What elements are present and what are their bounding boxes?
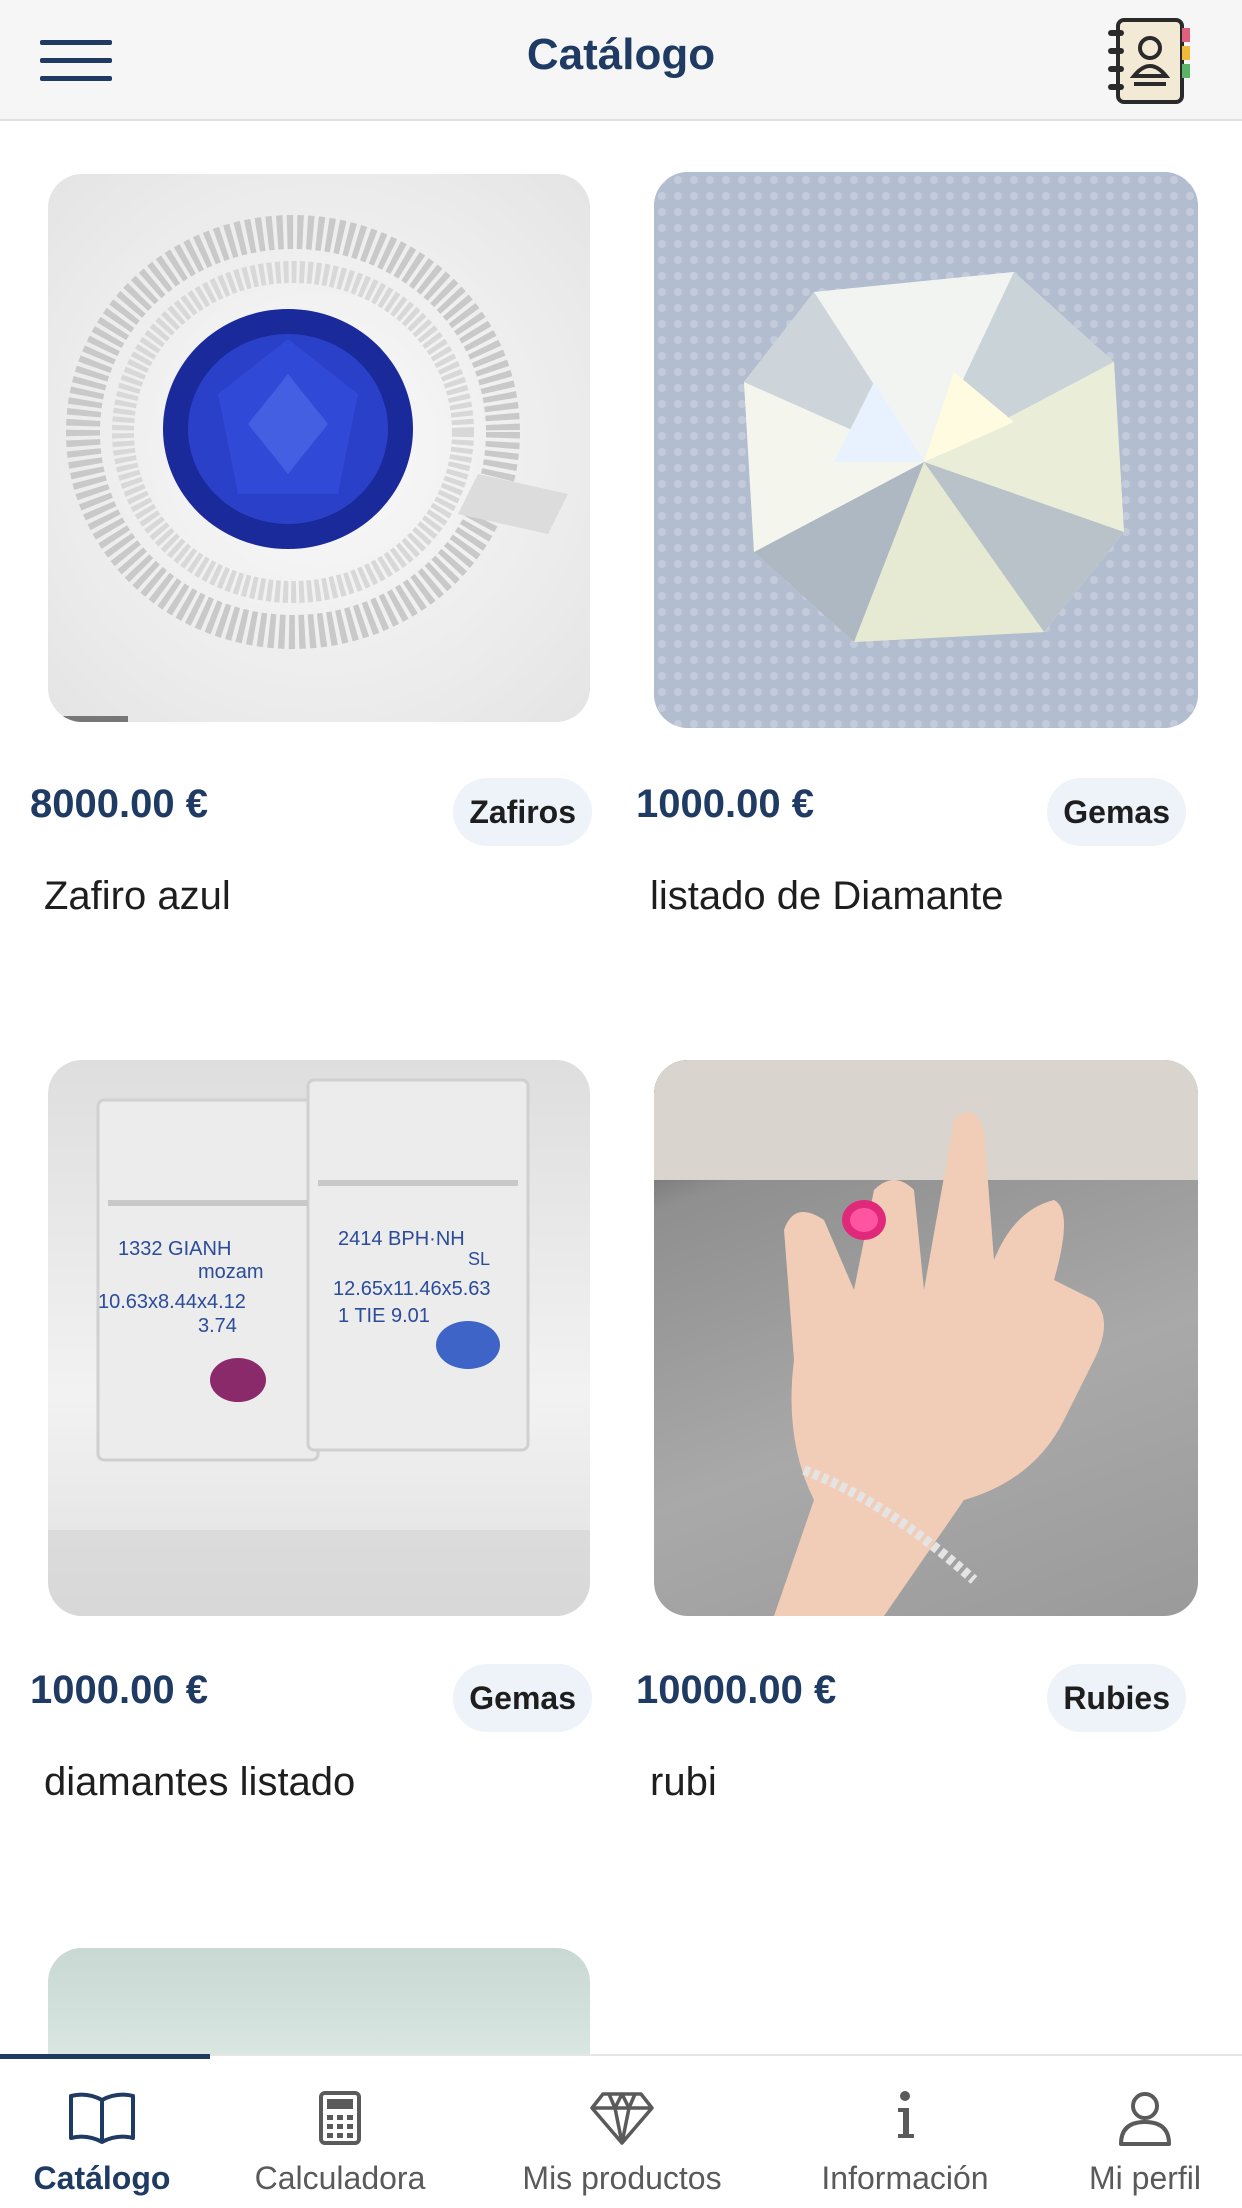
product-card-partial[interactable]: [48, 1948, 590, 2054]
product-name: rubi: [650, 1760, 717, 1804]
svg-text:1332 GIANH: 1332 GIANH: [118, 1238, 231, 1260]
category-badge: Gemas: [453, 1664, 592, 1732]
diamond-icon: [590, 2092, 654, 2145]
product-card[interactable]: 10000.00 € Rubies rubi: [636, 1058, 1198, 1858]
nav-item-informacion[interactable]: Información: [800, 2056, 1010, 2208]
svg-text:3.74: 3.74: [198, 1315, 237, 1337]
product-card[interactable]: 8000.00 € Zafiros Zafiro azul: [30, 172, 592, 972]
product-card[interactable]: 1332 GIANH mozam 10.63x8.44x4.12 3.74 24…: [30, 1058, 592, 1858]
app-header: Catálogo: [0, 0, 1242, 121]
svg-text:1 TIE 9.01: 1 TIE 9.01: [338, 1305, 430, 1327]
user-icon: [1119, 2092, 1171, 2146]
page-title: Catálogo: [526, 30, 716, 79]
category-badge: Rubies: [1047, 1664, 1186, 1732]
nav-item-mis-productos[interactable]: Mis productos: [500, 2056, 744, 2208]
nav-item-calculadora[interactable]: Calculadora: [240, 2056, 440, 2208]
product-price: 8000.00 €: [30, 782, 208, 826]
svg-text:12.65x11.46x5.63: 12.65x11.46x5.63: [333, 1278, 491, 1300]
svg-text:10.63x8.44x4.12: 10.63x8.44x4.12: [98, 1291, 246, 1313]
product-image: [654, 1060, 1198, 1616]
svg-text:SL: SL: [468, 1249, 490, 1269]
product-price: 10000.00 €: [636, 1668, 837, 1712]
svg-text:mozam: mozam: [198, 1261, 264, 1283]
product-card[interactable]: 1000.00 € Gemas listado de Diamante: [636, 172, 1198, 972]
book-open-icon: [69, 2092, 135, 2144]
product-price: 1000.00 €: [30, 1668, 208, 1712]
nav-item-catalogo[interactable]: Catálogo: [0, 2056, 204, 2208]
product-image: 1332 GIANH mozam 10.63x8.44x4.12 3.74 24…: [48, 1060, 590, 1616]
category-badge: Gemas: [1047, 778, 1186, 846]
category-badge: Zafiros: [453, 778, 592, 846]
product-name: Zafiro azul: [44, 874, 231, 918]
product-name: listado de Diamante: [650, 874, 1004, 918]
contacts-book-icon[interactable]: [1100, 14, 1200, 108]
product-image: [48, 174, 590, 722]
nav-item-mi-perfil[interactable]: Mi perfil: [1060, 2056, 1230, 2208]
product-price: 1000.00 €: [636, 782, 814, 826]
calculator-icon: [319, 2091, 361, 2145]
product-image: [654, 172, 1198, 728]
bottom-navigation: Catálogo Calculadora Mis productos Infor…: [0, 2054, 1242, 2208]
info-icon: [898, 2091, 914, 2138]
svg-text:2414 BPH·NH: 2414 BPH·NH: [338, 1228, 465, 1250]
product-name: diamantes listado: [44, 1760, 356, 1804]
